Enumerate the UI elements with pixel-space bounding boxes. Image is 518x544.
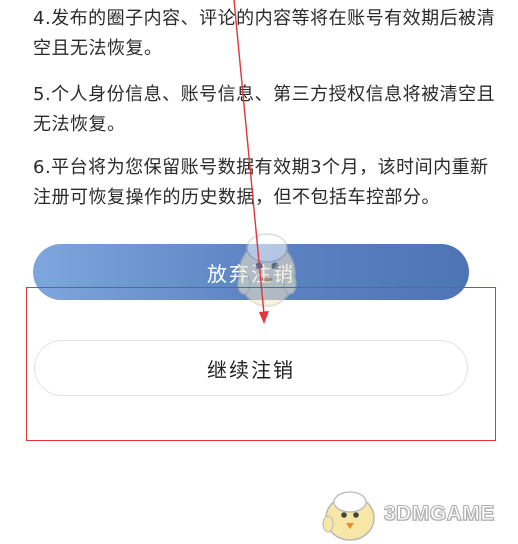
term-item-6: 6.平台将为您保留账号数据有效期3个月，该时间内重新 注册可恢复操作的历史数据，… — [33, 153, 501, 213]
term-item-5: 5.个人身份信息、账号信息、第三方授权信息将被清空且 无法恢复。 — [33, 80, 501, 140]
term-5-line-1: 5.个人身份信息、账号信息、第三方授权信息将被清空且 — [33, 84, 496, 105]
term-6-line-2: 注册可恢复操作的历史数据，但不包括车控部分。 — [33, 187, 440, 208]
term-5-line-2: 无法恢复。 — [33, 114, 126, 135]
continue-cancellation-label: 继续注销 — [207, 357, 295, 382]
abandon-cancellation-button[interactable]: 放弃注销 — [33, 244, 469, 300]
bird-mascot-logo-icon — [322, 491, 375, 541]
watermark-text: 3DMGAME — [384, 502, 495, 526]
continue-cancellation-button[interactable]: 继续注销 — [34, 340, 468, 396]
term-item-4: 4.发布的圈子内容、评论的内容等将在账号有效期后被清 空且无法恢复。 — [33, 4, 501, 64]
site-watermark: 3DMGAME — [318, 488, 518, 544]
term-4-line-1: 4.发布的圈子内容、评论的内容等将在账号有效期后被清 — [33, 8, 496, 29]
abandon-cancellation-label: 放弃注销 — [207, 261, 295, 286]
term-6-line-1: 6.平台将为您保留账号数据有效期3个月，该时间内重新 — [33, 157, 489, 178]
term-4-line-2: 空且无法恢复。 — [33, 38, 163, 59]
